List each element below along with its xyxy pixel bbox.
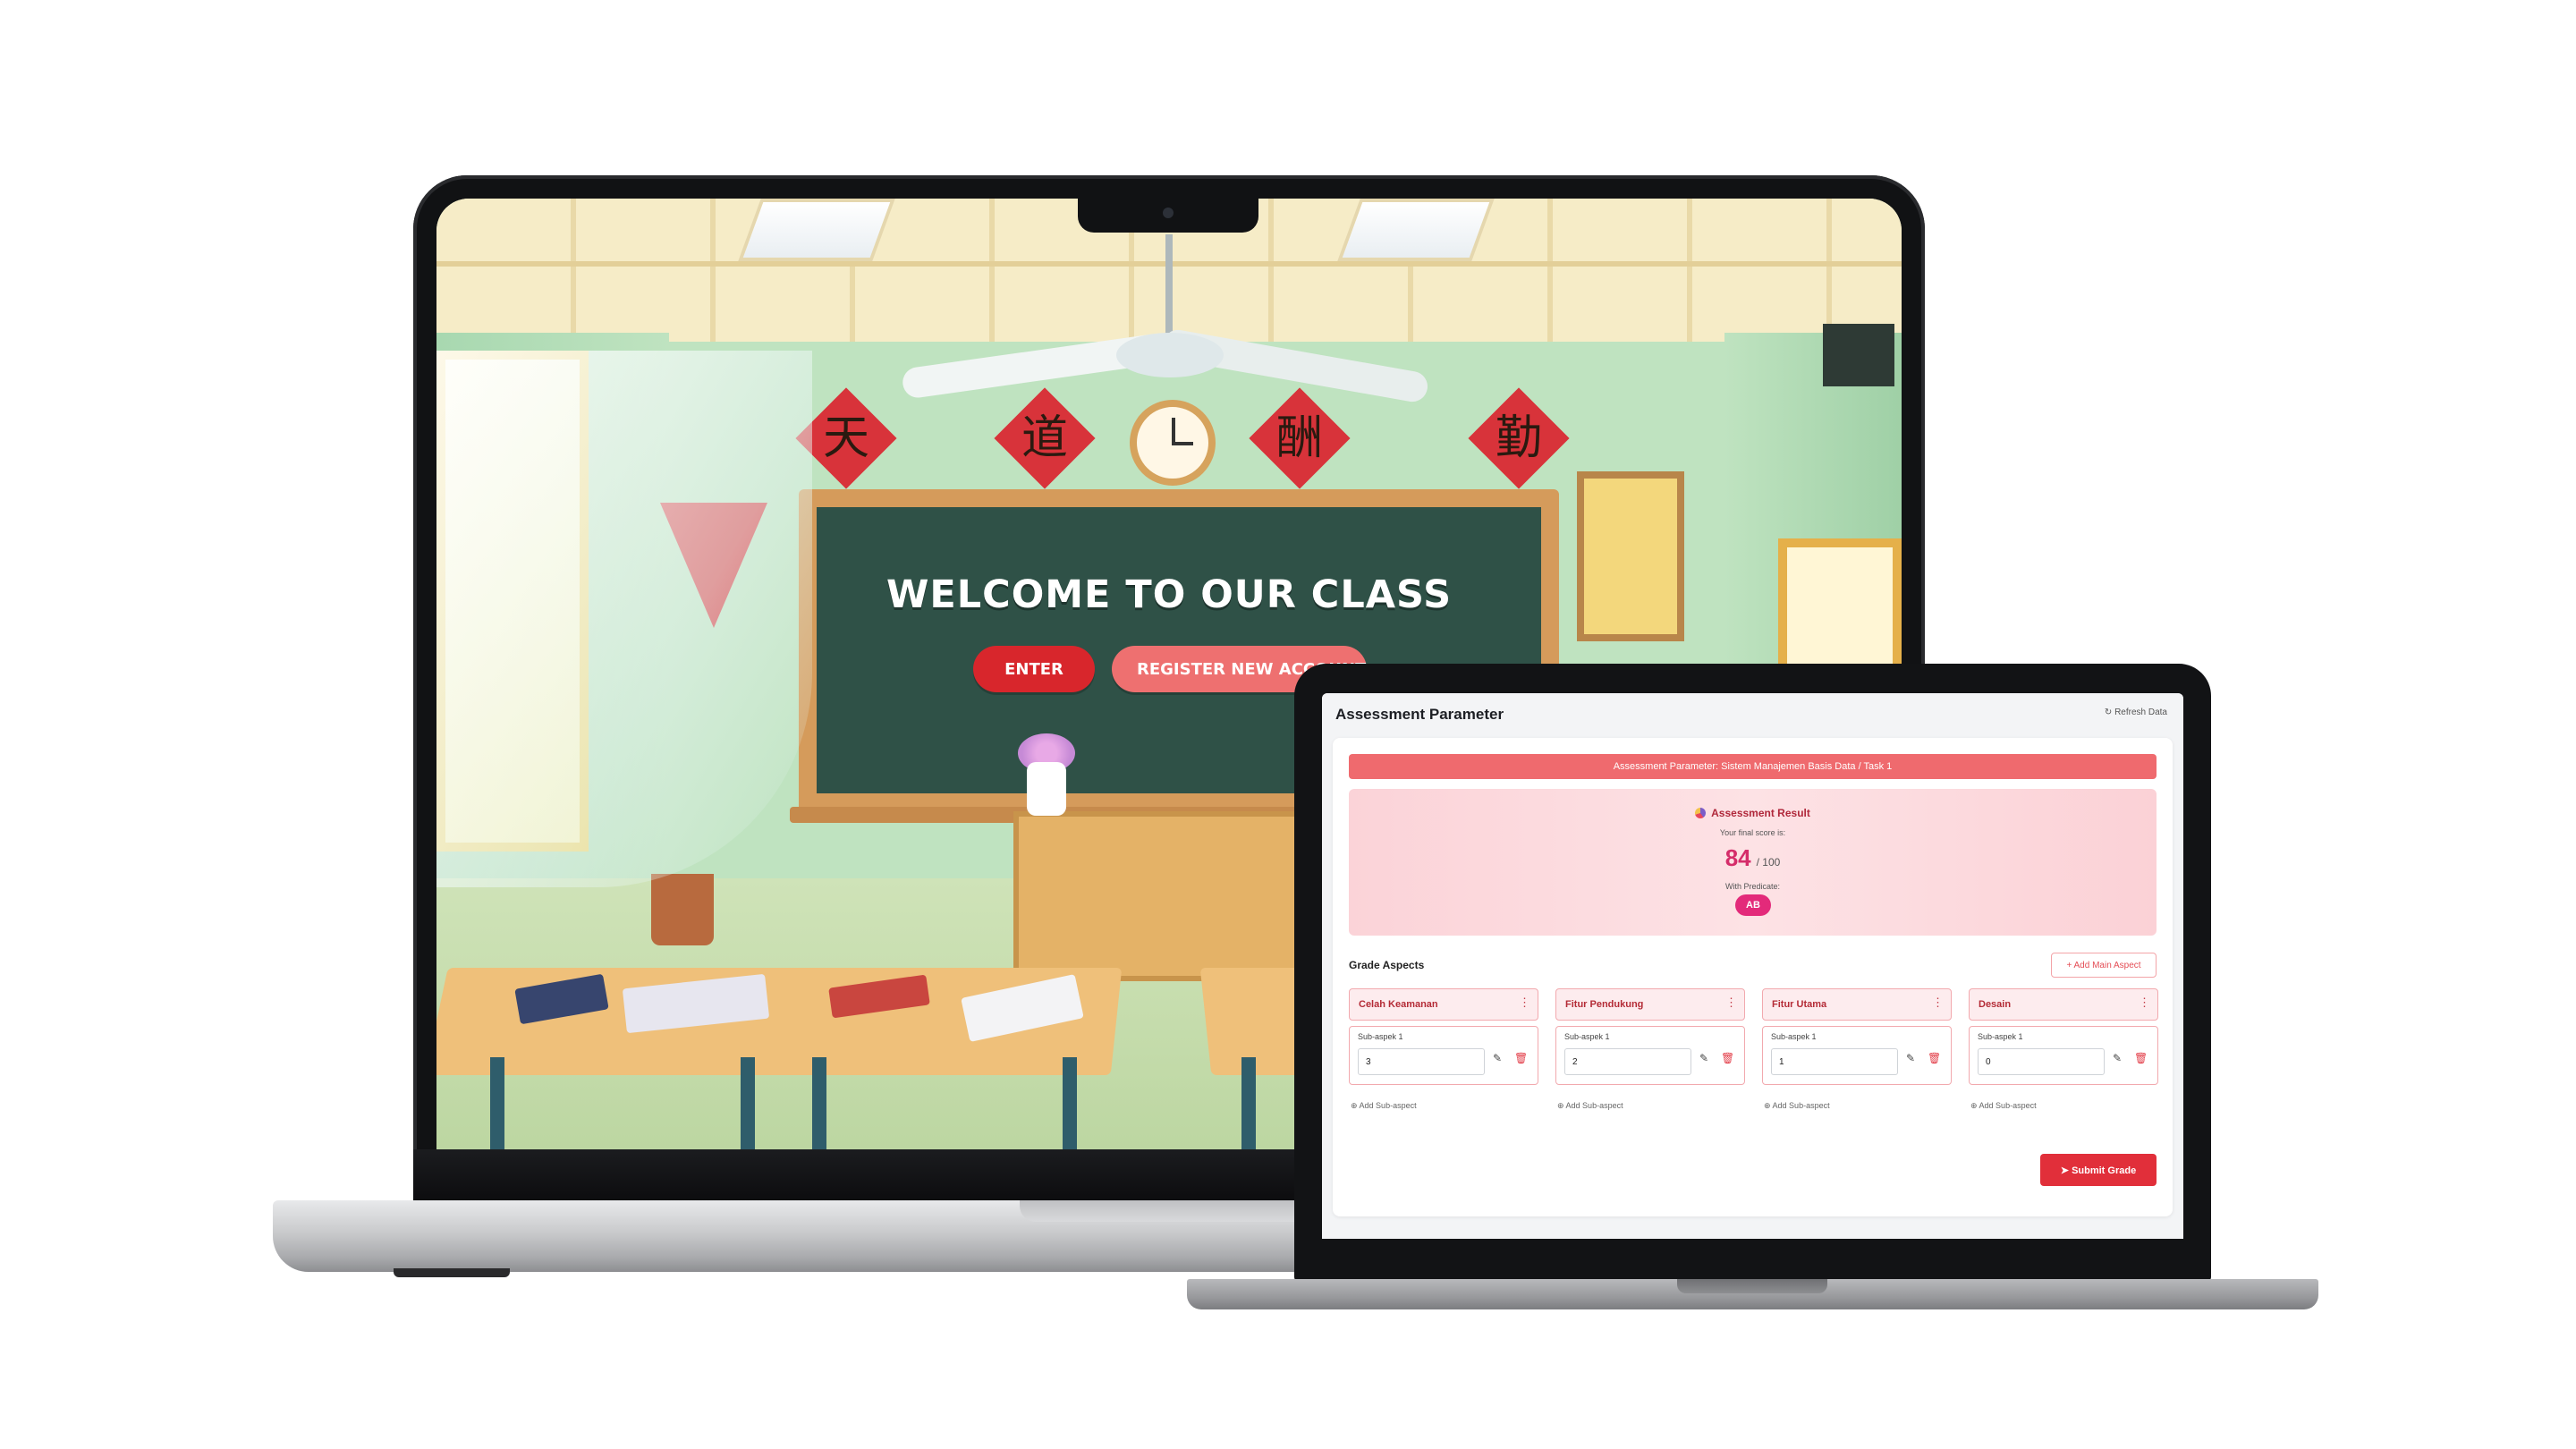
fan-pole [1165, 234, 1173, 337]
submit-grade-button[interactable]: ➤ Submit Grade [2040, 1154, 2157, 1186]
aspect-column: Celah Keamanan ⋮ Sub-aspek 1 ✎ 🗑 ⊕ Add S… [1349, 988, 1538, 1110]
pencil-icon[interactable]: ✎ [1906, 1052, 1915, 1064]
aspect-column: Desain ⋮ Sub-aspek 1 ✎ 🗑 ⊕ Add Sub-aspec… [1969, 988, 2158, 1110]
ceiling-light [738, 199, 895, 261]
predicate-badge: AB [1735, 894, 1771, 916]
sub-aspect-label: Sub-aspek 1 [1978, 1032, 2023, 1041]
aspect-column: Fitur Pendukung ⋮ Sub-aspek 1 ✎ 🗑 ⊕ Add … [1555, 988, 1745, 1110]
desk-leg [490, 1057, 504, 1149]
desk-leg [741, 1057, 755, 1149]
aspect-name: Desain [1979, 999, 2012, 1010]
predicate-label: With Predicate: [1724, 882, 1781, 891]
sub-aspect-label: Sub-aspek 1 [1358, 1032, 1403, 1041]
desk-leg [1241, 1057, 1256, 1149]
desk-leg [812, 1057, 826, 1149]
clock-hand [1172, 418, 1175, 445]
clock-hand [1172, 442, 1193, 445]
ceiling-light [1337, 199, 1495, 261]
plant-pot [651, 874, 714, 945]
chinese-character: 酬 [1275, 411, 1323, 465]
laptop-foot [394, 1268, 510, 1277]
desk-leg [1063, 1057, 1077, 1149]
add-sub-aspect-button[interactable]: ⊕ Add Sub-aspect [1764, 1101, 1830, 1111]
aspect-header: Fitur Utama ⋮ [1762, 988, 1952, 1021]
assessment-parameter-banner: Assessment Parameter: Sistem Manajemen B… [1349, 754, 2157, 779]
result-subtitle: Your final score is: [1719, 828, 1786, 837]
add-sub-aspect-button[interactable]: ⊕ Add Sub-aspect [1351, 1101, 1417, 1111]
kebab-menu-icon[interactable]: ⋮ [2139, 996, 2150, 1010]
trash-icon[interactable]: 🗑 [1721, 1052, 1734, 1064]
sub-aspect-label: Sub-aspek 1 [1771, 1032, 1817, 1041]
sub-aspect-card: Sub-aspek 1 ✎ 🗑 [1555, 1026, 1745, 1085]
assessment-result-panel: Assessment Result Your final score is: 8… [1349, 789, 2157, 936]
chinese-character: 天 [822, 411, 869, 465]
sub-aspect-card: Sub-aspek 1 ✎ 🗑 [1762, 1026, 1952, 1085]
aspect-name: Fitur Utama [1772, 999, 1827, 1010]
sub-aspect-card: Sub-aspek 1 ✎ 🗑 [1969, 1026, 2158, 1085]
app-header: Assessment Parameter ↻ Refresh Data [1322, 693, 2183, 733]
score-max: / 100 [1756, 856, 1781, 869]
pencil-icon[interactable]: ✎ [1699, 1052, 1708, 1064]
laptop-opening-notch [1677, 1279, 1827, 1293]
laptop-opening-notch [1020, 1200, 1315, 1222]
add-sub-aspect-button[interactable]: ⊕ Add Sub-aspect [1557, 1101, 1623, 1111]
aspect-column: Fitur Utama ⋮ Sub-aspek 1 ✎ 🗑 ⊕ Add Sub-… [1762, 988, 1952, 1110]
result-title: Assessment Result [1349, 807, 2157, 819]
trash-icon[interactable]: 🗑 [1514, 1052, 1528, 1064]
trash-icon[interactable]: 🗑 [2134, 1052, 2148, 1064]
aspect-header: Desain ⋮ [1969, 988, 2158, 1021]
score-line: 84 / 100 [1349, 844, 2157, 872]
sub-aspect-label: Sub-aspek 1 [1564, 1032, 1610, 1041]
sub-aspect-score-input[interactable] [1358, 1048, 1485, 1075]
flower-vase [1027, 762, 1066, 816]
aspect-name: Celah Keamanan [1359, 999, 1438, 1010]
kebab-menu-icon[interactable]: ⋮ [1519, 996, 1530, 1010]
assessment-card: Assessment Parameter: Sistem Manajemen B… [1333, 738, 2173, 1216]
sub-aspect-score-input[interactable] [1564, 1048, 1691, 1075]
chinese-character: 勤 [1495, 411, 1542, 465]
aspect-header: Celah Keamanan ⋮ [1349, 988, 1538, 1021]
wall-speaker [1823, 324, 1894, 386]
camera-icon [1163, 208, 1174, 218]
refresh-data-button[interactable]: ↻ Refresh Data [2105, 708, 2167, 717]
kebab-menu-icon[interactable]: ⋮ [1932, 996, 1944, 1010]
target-icon [1695, 808, 1707, 818]
enter-button[interactable]: ENTER [973, 646, 1095, 692]
page-title: Assessment Parameter [1335, 706, 1504, 723]
chinese-character: 道 [1021, 411, 1068, 465]
aspect-name: Fitur Pendukung [1565, 999, 1644, 1010]
trash-icon[interactable]: 🗑 [1928, 1052, 1941, 1064]
aspect-header: Fitur Pendukung ⋮ [1555, 988, 1745, 1021]
final-score: 84 [1724, 844, 1751, 871]
sub-aspect-score-input[interactable] [1771, 1048, 1898, 1075]
kebab-menu-icon[interactable]: ⋮ [1725, 996, 1737, 1010]
add-sub-aspect-button[interactable]: ⊕ Add Sub-aspect [1970, 1101, 2037, 1111]
assessment-app: Assessment Parameter ↻ Refresh Data Asse… [1322, 693, 2183, 1239]
pencil-icon[interactable]: ✎ [1493, 1052, 1502, 1064]
add-main-aspect-button[interactable]: + Add Main Aspect [2051, 953, 2157, 978]
sub-aspect-score-input[interactable] [1978, 1048, 2105, 1075]
assessment-screen: Assessment Parameter ↻ Refresh Data Asse… [1322, 693, 2183, 1239]
result-title-text: Assessment Result [1711, 807, 1810, 819]
grade-aspects-heading: Grade Aspects [1349, 959, 1425, 971]
sub-aspect-card: Sub-aspek 1 ✎ 🗑 [1349, 1026, 1538, 1085]
ceiling-fan [1116, 333, 1224, 377]
pencil-icon[interactable]: ✎ [2113, 1052, 2122, 1064]
window-curtain [436, 351, 812, 887]
